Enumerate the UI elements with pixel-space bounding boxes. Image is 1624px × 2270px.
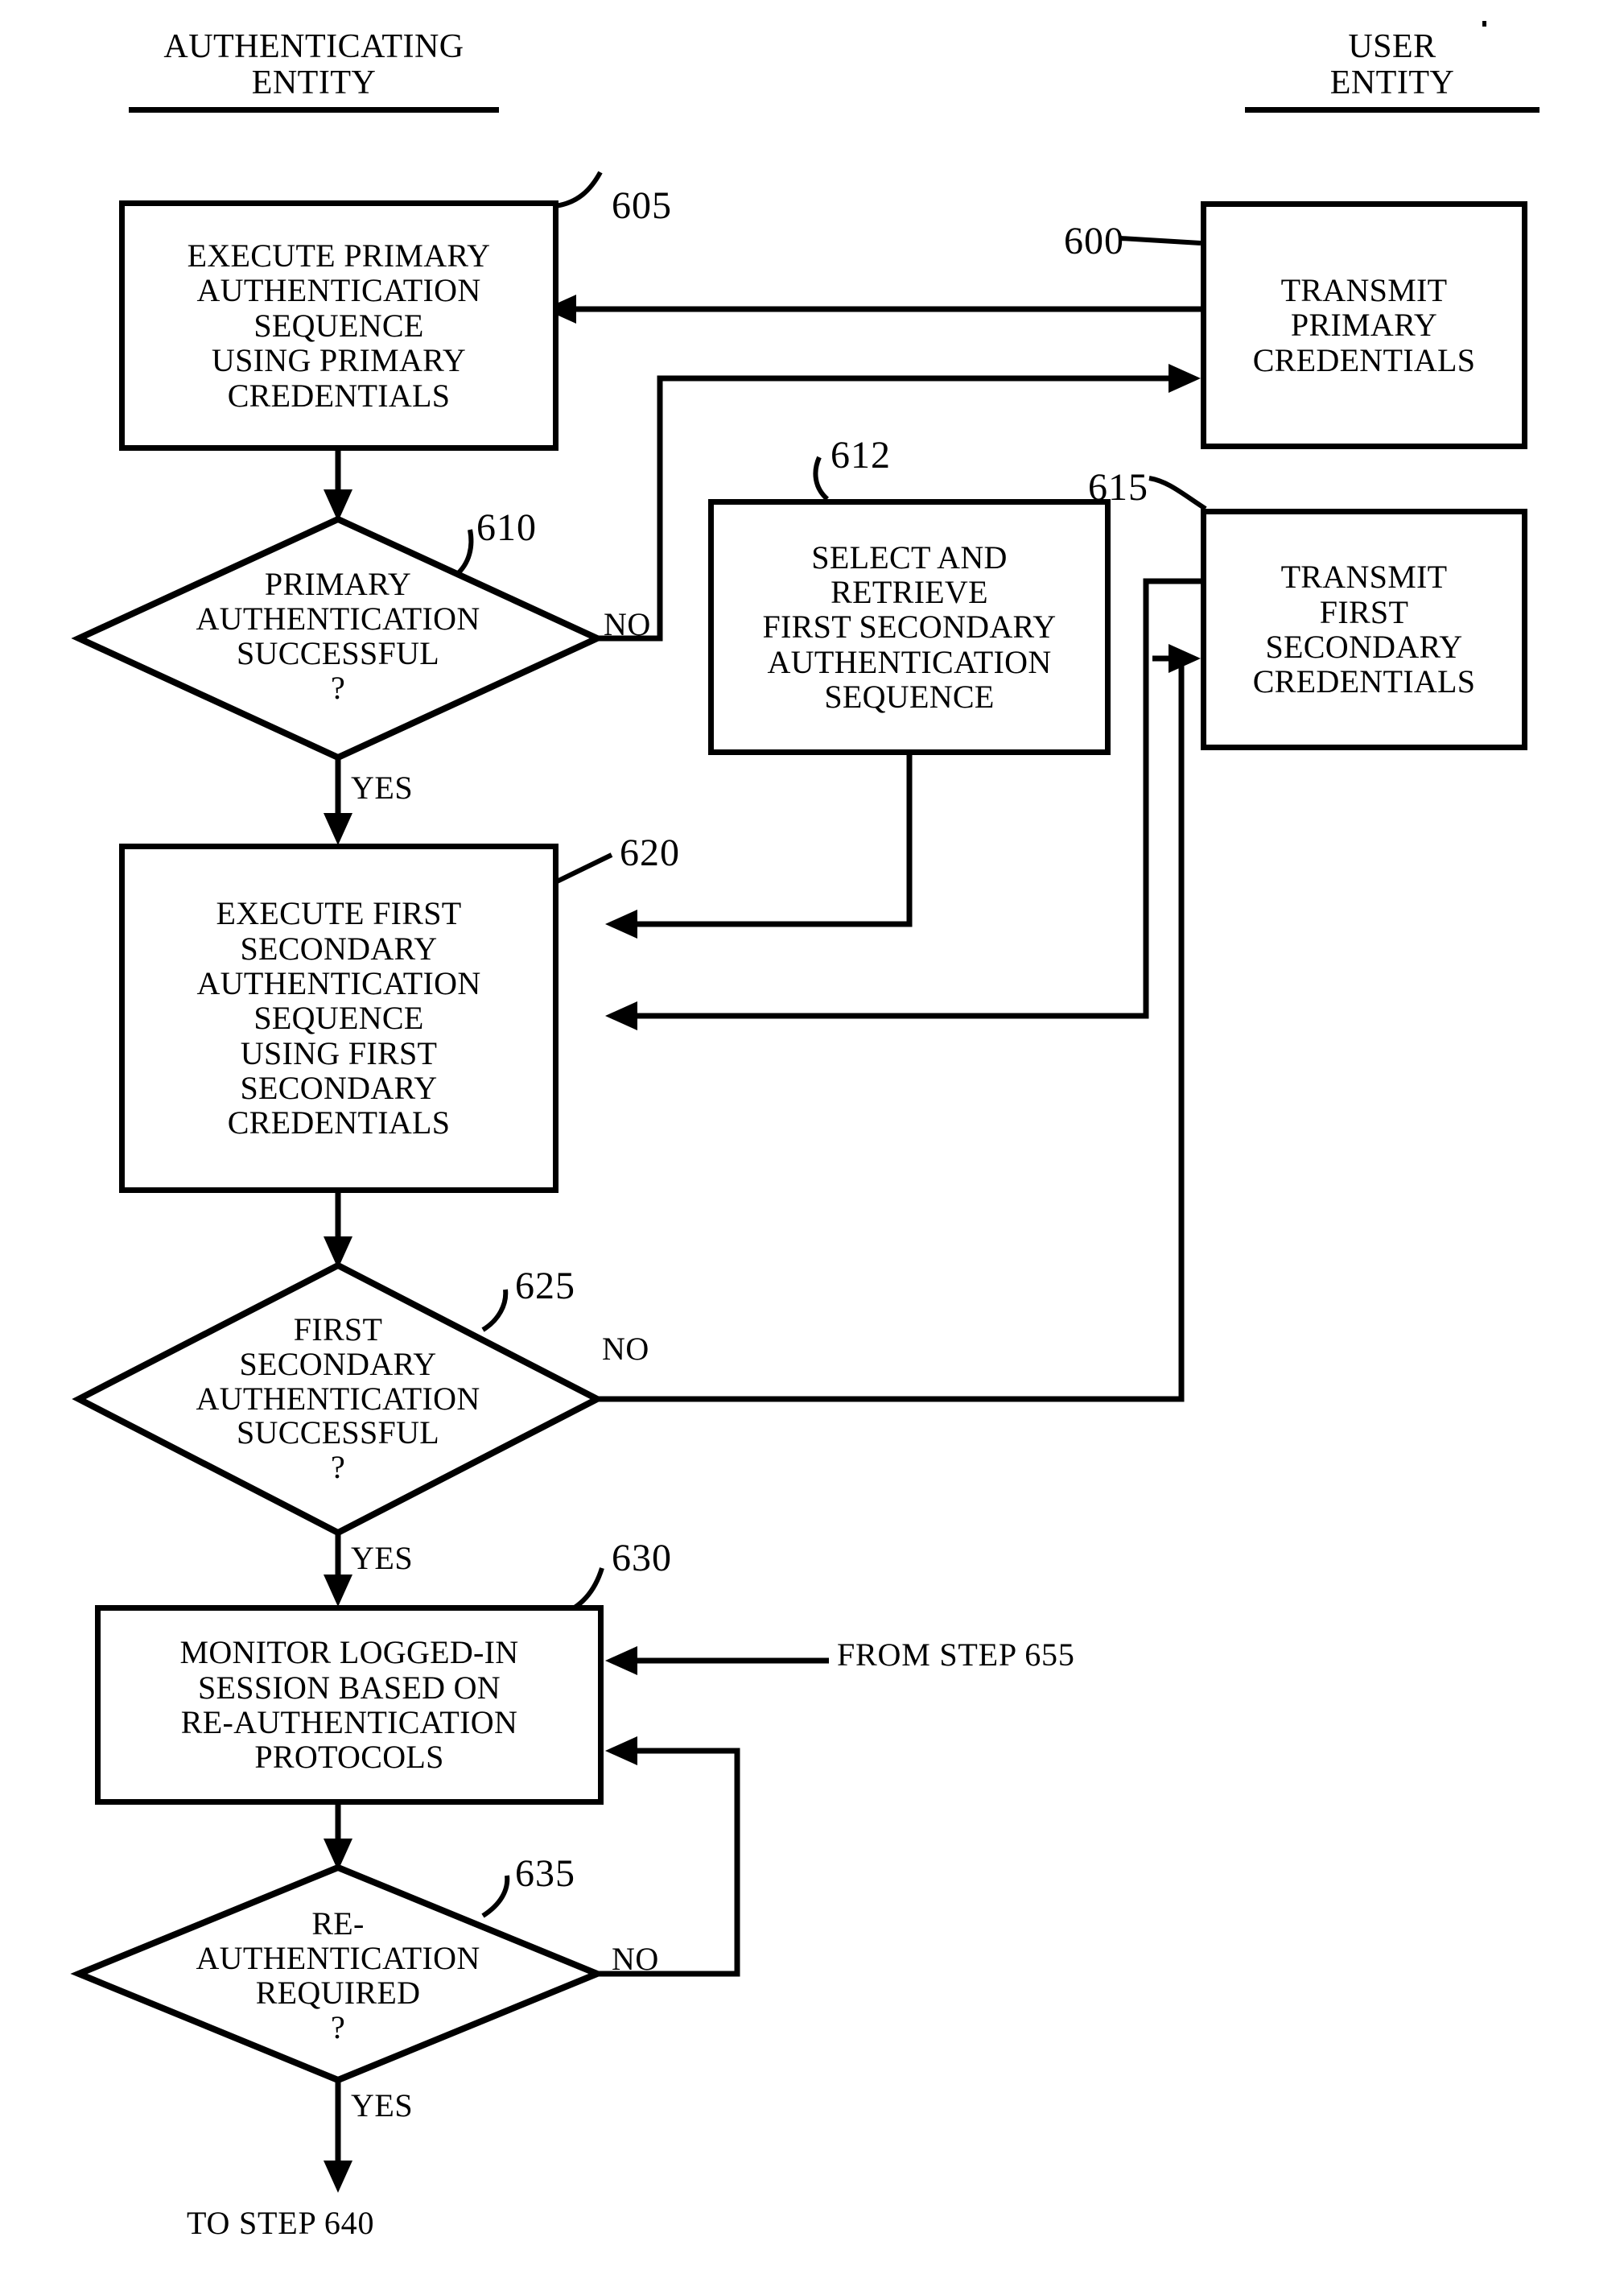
arrowhead-630-in: [324, 1575, 352, 1607]
process-box-612-label: SELECT AND RETRIEVE FIRST SECONDARY AUTH…: [762, 539, 1057, 716]
arrowhead-610-in: [324, 489, 352, 522]
branch-label-625-no: NO: [602, 1331, 649, 1367]
process-box-600[interactable]: TRANSMIT PRIMARY CREDENTIALS: [1201, 201, 1527, 449]
ref-number-610: 610: [476, 506, 537, 549]
column-header-authenticating-entity: AUTHENTICATING ENTITY: [89, 28, 539, 113]
process-box-620[interactable]: EXECUTE FIRST SECONDARY AUTHENTICATION S…: [119, 844, 559, 1193]
arrowhead-630-in-no: [605, 1736, 637, 1765]
decision-diamond-610[interactable]: PRIMARY AUTHENTICATION SUCCESSFUL ?: [121, 531, 555, 742]
arrowhead-630-in-655: [605, 1646, 637, 1675]
wire-605-to-600: [657, 375, 1181, 385]
scan-artifact-speck: [1482, 21, 1486, 27]
process-box-605[interactable]: EXECUTE PRIMARY AUTHENTICATION SEQUENCE …: [119, 200, 559, 451]
header-line-1: USER: [1348, 28, 1436, 65]
leader-620: [554, 852, 613, 885]
ref-number-635: 635: [515, 1852, 575, 1895]
leader-615: [1148, 476, 1207, 511]
decision-diamond-625[interactable]: FIRST SECONDARY AUTHENTICATION SUCCESSFU…: [119, 1270, 557, 1528]
leader-600: [1119, 236, 1202, 246]
arrowhead-620-in-low: [605, 1001, 637, 1030]
decision-diamond-635[interactable]: RE- AUTHENTICATION REQUIRED ?: [121, 1876, 555, 2077]
branch-label-635-yes: YES: [351, 2087, 414, 2123]
arrowhead-620-in: [324, 813, 352, 845]
process-box-600-label: TRANSMIT PRIMARY CREDENTIALS: [1252, 271, 1476, 378]
decision-diamond-610-label: PRIMARY AUTHENTICATION SUCCESSFUL ?: [196, 566, 480, 706]
column-header-user-entity: USER ENTITY: [1223, 28, 1561, 113]
header-line-2: ENTITY: [251, 64, 377, 102]
arrowhead-to-step-640: [324, 2161, 352, 2193]
wire-625-no-to-615: [597, 655, 1185, 1402]
decision-diamond-635-label: RE- AUTHENTICATION REQUIRED ?: [196, 1905, 480, 2045]
header-underline: [1245, 106, 1540, 113]
branch-label-635-no: NO: [612, 1941, 659, 1977]
ref-number-625: 625: [515, 1265, 575, 1307]
figure-canvas: AUTHENTICATING ENTITY USER ENTITY EXECUT…: [0, 0, 1624, 2270]
offpage-connector-from-step-655: FROM STEP 655: [837, 1636, 1075, 1673]
arrowhead-600-in: [1169, 364, 1201, 393]
branch-label-610-yes: YES: [351, 770, 414, 806]
process-box-615-label: TRANSMIT FIRST SECONDARY CREDENTIALS: [1252, 559, 1476, 700]
offpage-connector-to-step-640: TO STEP 640: [187, 2205, 375, 2241]
arrowhead-625-in: [324, 1236, 352, 1269]
wire-610-no: [597, 378, 663, 642]
leader-612: [813, 456, 830, 501]
branch-label-625-yes: YES: [351, 1540, 414, 1576]
ref-number-605: 605: [612, 184, 672, 227]
header-line-1: AUTHENTICATING: [163, 28, 464, 65]
process-box-630-label: MONITOR LOGGED-IN SESSION BASED ON RE-AU…: [179, 1634, 519, 1776]
process-box-605-label: EXECUTE PRIMARY AUTHENTICATION SEQUENCE …: [187, 237, 491, 414]
ref-number-620: 620: [620, 832, 680, 874]
arrowhead-620-in-mid: [605, 910, 637, 939]
ref-number-600: 600: [1064, 220, 1124, 262]
header-line-2: ENTITY: [1329, 64, 1455, 102]
ref-number-630: 630: [612, 1537, 672, 1579]
ref-number-615: 615: [1088, 466, 1148, 509]
ref-number-612: 612: [831, 434, 891, 477]
process-box-620-label: EXECUTE FIRST SECONDARY AUTHENTICATION S…: [196, 895, 481, 1141]
arrowhead-635-in: [324, 1839, 352, 1871]
branch-label-610-no: NO: [604, 606, 651, 642]
leader-605: [554, 171, 603, 208]
process-box-630[interactable]: MONITOR LOGGED-IN SESSION BASED ON RE-AU…: [95, 1605, 604, 1805]
process-box-612[interactable]: SELECT AND RETRIEVE FIRST SECONDARY AUTH…: [708, 499, 1111, 755]
decision-diamond-625-label: FIRST SECONDARY AUTHENTICATION SUCCESSFU…: [196, 1311, 480, 1486]
process-box-615[interactable]: TRANSMIT FIRST SECONDARY CREDENTIALS: [1201, 509, 1527, 750]
header-underline: [129, 106, 499, 113]
arrowhead-615-in: [1169, 644, 1201, 673]
